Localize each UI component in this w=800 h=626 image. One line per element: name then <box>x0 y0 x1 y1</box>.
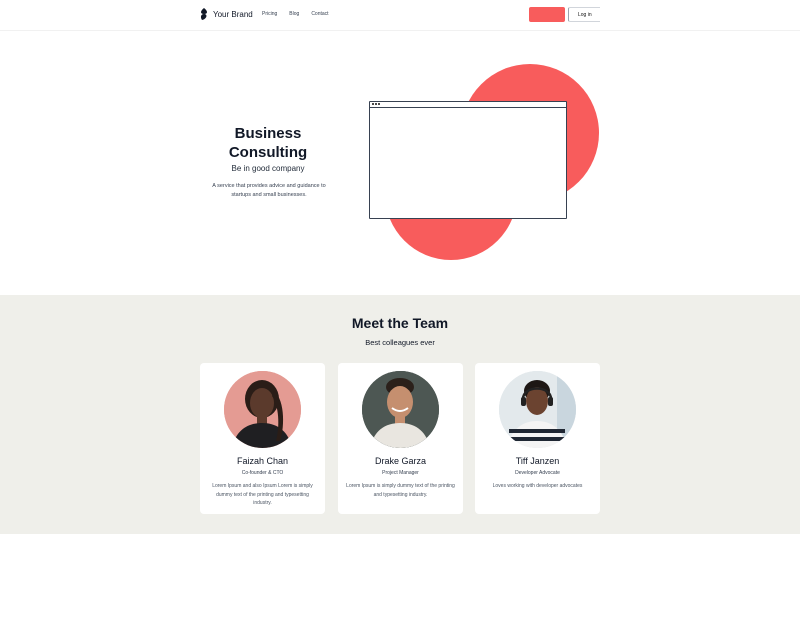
team-card: Faizah Chan Co-founder & CTO Lorem Ipsum… <box>200 363 325 514</box>
cta-button[interactable] <box>529 7 565 22</box>
hero-subtitle: Be in good company <box>231 164 305 173</box>
login-button[interactable]: Log in <box>568 7 600 22</box>
window-dot-icon <box>372 103 374 105</box>
member-name: Drake Garza <box>374 456 427 466</box>
window-dot-icon <box>378 103 380 105</box>
main-nav: Pricing Blog Contact <box>262 11 329 17</box>
team-card: Tiff Janzen Developer Advocate Loves wor… <box>475 363 600 514</box>
hero-title: Business Consulting <box>228 125 308 161</box>
avatar <box>499 371 576 448</box>
person-photo-icon <box>499 371 576 448</box>
person-photo-icon <box>224 371 301 448</box>
nav-link-pricing[interactable]: Pricing <box>262 11 277 17</box>
team-card: Drake Garza Project Manager Lorem Ipsum … <box>338 363 463 514</box>
window-dot-icon <box>375 103 377 105</box>
team-title: Meet the Team <box>351 315 449 331</box>
hero-description: A service that provides advice and guida… <box>212 183 326 198</box>
browser-mockup <box>369 101 567 219</box>
team-subtitle: Best colleagues ever <box>365 338 435 347</box>
site-header: Your Brand Pricing Blog Contact Log in <box>0 0 800 31</box>
browser-mockup-bar <box>370 102 566 108</box>
member-name: Tiff Janzen <box>515 456 560 466</box>
member-bio: Lorem Ipsum and also Ipsum Lorem is simp… <box>212 483 313 506</box>
brand-logo-icon <box>200 8 207 20</box>
member-role: Developer Advocate <box>515 470 560 476</box>
person-photo-icon <box>362 371 439 448</box>
avatar <box>362 371 439 448</box>
member-bio: Loves working with developer advocates <box>492 483 583 489</box>
nav-link-blog[interactable]: Blog <box>289 11 299 17</box>
member-role: Co-founder & CTO <box>241 470 284 476</box>
member-name: Faizah Chan <box>236 456 289 466</box>
avatar <box>224 371 301 448</box>
nav-link-contact[interactable]: Contact <box>311 11 328 17</box>
brand-name: Your Brand <box>213 9 253 19</box>
member-bio: Lorem Ipsum is simply dummy text of the … <box>346 483 455 498</box>
brand-logo-link[interactable]: Your Brand <box>199 8 253 20</box>
member-role: Project Manager <box>382 470 419 476</box>
team-section: Meet the Team Best colleagues ever Faiza… <box>0 295 800 534</box>
hero-section: Business Consulting Be in good company A… <box>0 30 800 295</box>
